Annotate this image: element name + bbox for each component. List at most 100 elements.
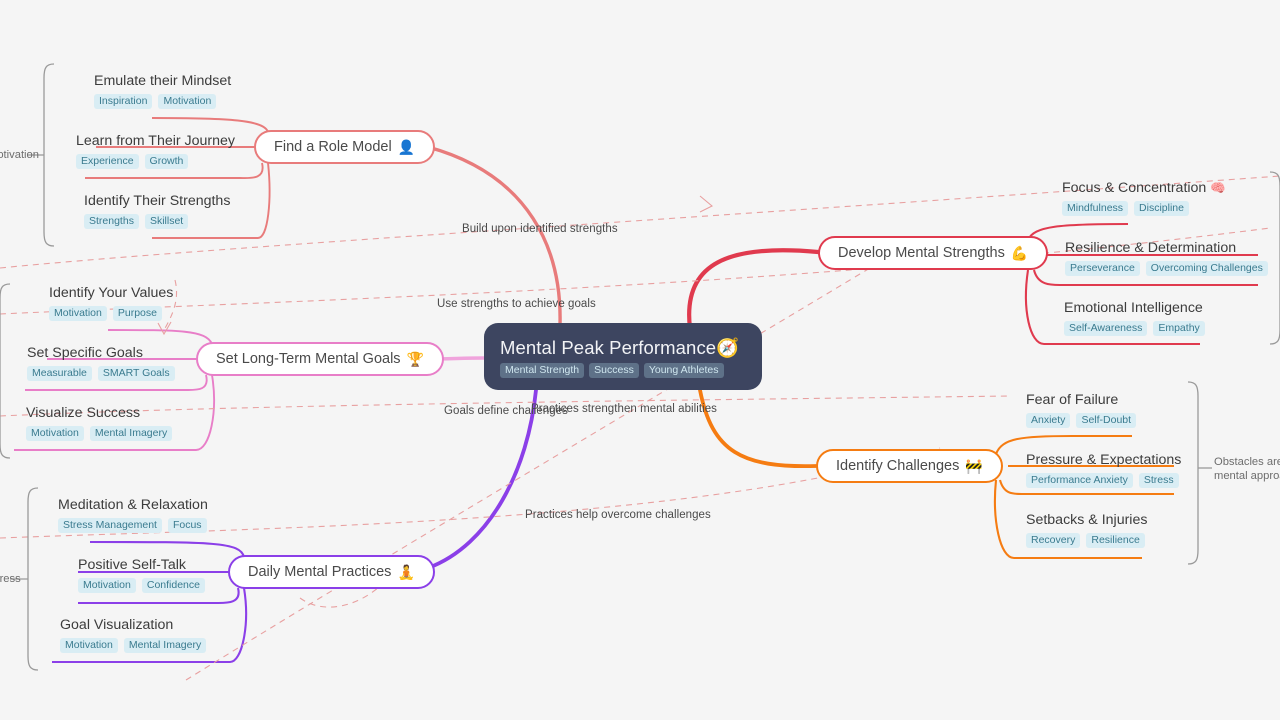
leaf-tag: Self-Doubt [1076, 413, 1137, 428]
leaf-node-pressure-expectations[interactable]: Pressure & Expectations Performance Anxi… [1026, 451, 1181, 488]
leaf-tags: Perseverance Overcoming Challenges [1065, 261, 1268, 276]
leaf-tags: Motivation Mental Imagery [60, 638, 207, 653]
edge-role-model-leaf-3 [257, 162, 271, 239]
leaf-title: Focus & Concentration 🧠 [1062, 179, 1226, 198]
leaf-node-meditation-relaxation[interactable]: Meditation & Relaxation Stress Managemen… [58, 496, 208, 533]
edge-practices-leaf-3 [229, 587, 248, 664]
leaf-title: Meditation & Relaxation [58, 497, 208, 513]
leaf-node-resilience-determination[interactable]: Resilience & Determination Perseverance … [1065, 239, 1268, 276]
mindmap-canvas: Mental Peak Performance🧭 Mental Strength… [0, 0, 1280, 720]
leaf-node-identify-their-strengths[interactable]: Identify Their Strengths Strengths Skill… [84, 192, 230, 229]
leaf-node-focus-concentration[interactable]: Focus & Concentration 🧠 Mindfulness Disci… [1062, 179, 1226, 216]
bracket-practices [27, 487, 39, 671]
branch-label: Daily Mental Practices [248, 564, 392, 580]
crosslink-arrowhead-a [699, 195, 713, 213]
branch-node-daily-mental-practices[interactable]: Daily Mental Practices 🧘 [228, 555, 435, 589]
leaf-tag: Motivation [158, 94, 217, 109]
leaf-node-emotional-intelligence[interactable]: Emotional Intelligence Self-Awareness Em… [1064, 299, 1205, 336]
edge-role-model-leaf-1 [151, 117, 269, 133]
bracket-goals [0, 283, 11, 459]
bracket-caption-practices: Stress [0, 573, 21, 585]
central-tag: Young Athletes [643, 362, 724, 378]
construction-icon: 🚧 [965, 457, 983, 474]
branch-node-develop-mental-strengths[interactable]: Develop Mental Strengths 💪 [818, 236, 1049, 270]
leaf-tag: SMART Goals [97, 366, 175, 381]
branch-node-find-a-role-model[interactable]: Find a Role Model 👤 [254, 130, 436, 164]
leaf-tags: Experience Growth [76, 154, 235, 169]
branch-node-identify-challenges[interactable]: Identify Challenges 🚧 [816, 449, 1003, 483]
leaf-title: Learn from Their Journey [76, 133, 236, 149]
edge-challenges-leaf-2b [998, 479, 1025, 496]
leaf-tag: Overcoming Challenges [1145, 261, 1268, 276]
leaf-node-emulate-their-mindset[interactable]: Emulate their Mindset Inspiration Motiva… [94, 72, 231, 109]
trophy-icon: 🏆 [406, 350, 424, 367]
edge-goals-leaf-2b [185, 374, 208, 391]
leaf-node-learn-from-their-journey[interactable]: Learn from Their Journey Experience Grow… [76, 132, 235, 169]
leaf-tags: Mindfulness Discipline [1062, 201, 1226, 216]
leaf-tag: Confidence [141, 578, 205, 593]
crosslink-label-practices-strengthen: Practices strengthen mental abilities [531, 403, 717, 415]
leaf-tag: Stress [1138, 473, 1179, 488]
leaf-tag: Focus [167, 518, 207, 533]
leaf-node-identify-your-values[interactable]: Identify Your Values Motivation Purpose [49, 284, 173, 321]
leaf-tags: Inspiration Motivation [94, 94, 231, 109]
leaf-tags: Self-Awareness Empathy [1064, 321, 1205, 336]
branch-label: Find a Role Model [274, 139, 392, 155]
leaf-tag: Self-Awareness [1064, 321, 1148, 336]
leaf-tag: Skillset [144, 214, 189, 229]
leaf-title: Setbacks & Injuries [1026, 512, 1148, 528]
edge-central-to-mental-strengths [687, 248, 821, 331]
leaf-tag: Mental Imagery [89, 426, 173, 441]
leaf-title: Visualize Success [26, 405, 141, 421]
leaf-tag: Anxiety [1026, 413, 1071, 428]
leaf-tags: Anxiety Self-Doubt [1026, 413, 1137, 428]
bracket-caption-line1: Obstacles are [1214, 456, 1280, 468]
leaf-tags: Strengths Skillset [84, 214, 230, 229]
branch-label: Identify Challenges [836, 458, 960, 474]
leaf-tag: Discipline [1134, 201, 1189, 216]
leaf-tags: Motivation Confidence [78, 578, 205, 593]
leaf-title: Set Specific Goals [27, 345, 143, 361]
central-tag: Success [589, 362, 639, 378]
edge-goals-leaf-1 [107, 329, 213, 345]
branch-label: Set Long-Term Mental Goals [216, 351, 401, 367]
leaf-title: Positive Self-Talk [78, 557, 187, 573]
leaf-tag: Motivation [49, 306, 107, 321]
central-node[interactable]: Mental Peak Performance🧭 Mental Strength… [484, 323, 762, 390]
edge-strengths-leaf-1 [1027, 222, 1129, 241]
leaf-node-setbacks-injuries[interactable]: Setbacks & Injuries Recovery Resilience [1026, 511, 1147, 548]
leaf-tags: Performance Anxiety Stress [1026, 473, 1181, 488]
leaf-node-goal-visualization[interactable]: Goal Visualization Motivation Mental Ima… [60, 616, 207, 653]
leaf-node-positive-self-talk[interactable]: Positive Self-Talk Motivation Confidence [78, 556, 205, 593]
leaf-title: Resilience & Determination [1065, 240, 1237, 256]
leaf-node-set-specific-goals[interactable]: Set Specific Goals Measurable SMART Goal… [27, 344, 175, 381]
leaf-tag: Strengths [84, 214, 139, 229]
leaf-tag: Recovery [1026, 533, 1081, 548]
bracket-challenges [1187, 381, 1199, 565]
branch-node-set-long-term-mental-goals[interactable]: Set Long-Term Mental Goals 🏆 [196, 342, 444, 376]
leaf-tag: Mindfulness [1062, 201, 1129, 216]
leaf-node-visualize-success[interactable]: Visualize Success Motivation Mental Imag… [26, 404, 173, 441]
crosslink-label-use-strengths-goals: Use strengths to achieve goals [437, 298, 596, 310]
bracket-role-model [43, 63, 55, 247]
crosslink-label-practices-overcome: Practices help overcome challenges [525, 509, 711, 521]
edge-challenges-leaf-3 [993, 479, 1015, 560]
leaf-tag: Growth [144, 154, 189, 169]
leaf-title: Pressure & Expectations [1026, 452, 1182, 468]
edge-goals-leaf-3 [195, 374, 215, 451]
bracket-caption-role-model: Motivation [0, 149, 39, 161]
leaf-tags: Motivation Purpose [49, 306, 173, 321]
leaf-tag: Measurable [27, 366, 92, 381]
leaf-tag: Inspiration [94, 94, 153, 109]
edge-practices-leaf-1 [89, 540, 246, 558]
leaf-tag: Perseverance [1065, 261, 1140, 276]
leaf-tag: Mental Imagery [123, 638, 207, 653]
leaf-title: Identify Their Strengths [84, 193, 231, 209]
edge-central-to-challenges [698, 388, 818, 469]
leaf-tag: Motivation [26, 426, 84, 441]
edge-strengths-leaf-2b [1032, 269, 1063, 287]
crosslink-values-arrowhead [157, 321, 172, 336]
leaf-tag: Resilience [1086, 533, 1145, 548]
edge-strengths-leaf-3 [1024, 269, 1045, 346]
leaf-node-fear-of-failure[interactable]: Fear of Failure Anxiety Self-Doubt [1026, 391, 1137, 428]
